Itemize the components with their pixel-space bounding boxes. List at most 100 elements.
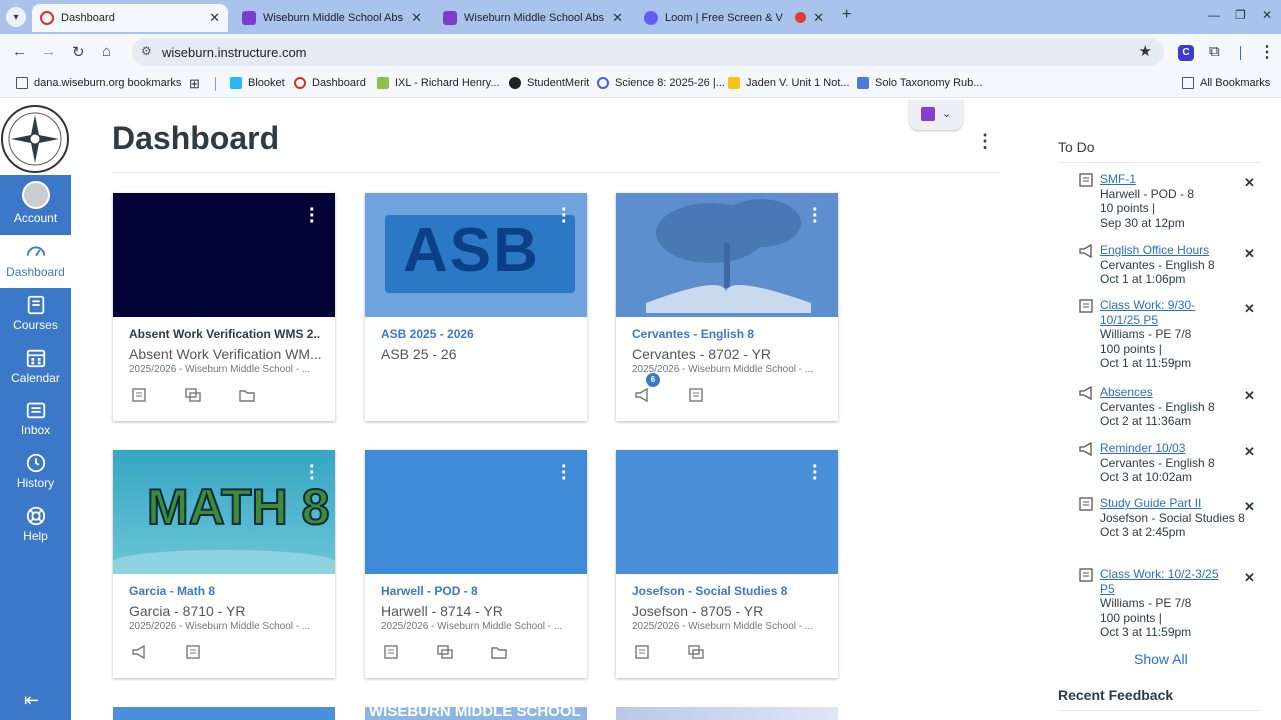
files-folder-icon[interactable]	[239, 387, 255, 403]
dismiss-todo-icon[interactable]: ✕	[1244, 301, 1255, 317]
todo-link[interactable]: Class Work: 9/30-10/1/25 P5	[1100, 298, 1218, 327]
tab-dashboard[interactable]: Dashboard ✕	[32, 4, 228, 32]
bookmark-science-8[interactable]: Science 8: 2025-26 |...	[597, 77, 725, 89]
card-options-icon[interactable]: · · ·	[309, 200, 316, 232]
course-card-harwell-pod[interactable]: · · · Harwell - POD - 8 Harwell - 8714 - Y…	[365, 450, 587, 678]
nav-courses[interactable]: Courses	[0, 288, 71, 341]
files-folder-icon[interactable]	[491, 644, 507, 660]
course-card-asb[interactable]: ASB · · · ASB 2025 - 2026 ASB 25 - 26	[365, 193, 587, 421]
card-hero[interactable]	[616, 450, 838, 574]
card-title[interactable]: Cervantes - English 8	[632, 327, 824, 341]
bookmark-star-icon[interactable]: ★	[1139, 42, 1152, 60]
apps-grid-icon[interactable]: ⊞	[189, 76, 200, 92]
dismiss-todo-icon[interactable]: ✕	[1244, 246, 1255, 262]
nav-account[interactable]: Account	[0, 175, 71, 235]
collapse-nav-icon[interactable]: ⇤	[24, 690, 39, 711]
course-card-partial-2[interactable]: WISEBURN MIDDLE SCHOOL	[365, 707, 587, 720]
todo-link[interactable]: Reminder 10/03	[1100, 441, 1258, 456]
minimize-icon[interactable]: —	[1208, 8, 1220, 22]
bookmark-dashboard[interactable]: Dashboard	[294, 77, 366, 89]
close-tab-icon[interactable]: ✕	[209, 10, 220, 26]
home-icon[interactable]: ⌂	[102, 43, 111, 60]
todo-link[interactable]: Class Work: 10/2-3/25 P5	[1100, 567, 1230, 596]
card-title[interactable]: ASB 2025 - 2026	[381, 327, 573, 341]
tab-title: Dashboard	[61, 12, 115, 24]
bookmark-folder-dana[interactable]: dana.wiseburn.org bookmarks	[16, 77, 181, 89]
todo-link[interactable]: Study Guide Part II	[1100, 496, 1258, 511]
assignments-icon[interactable]	[185, 644, 201, 660]
extension-floating-button[interactable]: ⌄	[909, 100, 963, 130]
tab-search-icon[interactable]: ▾	[6, 7, 26, 27]
tab-loom[interactable]: Loom | Free Screen & Video ✕	[636, 4, 832, 32]
close-tab-icon[interactable]: ✕	[813, 10, 824, 26]
card-options-icon[interactable]: · · ·	[561, 200, 568, 232]
course-card-cervantes-english[interactable]: · · · Cervantes - English 8 Cervantes - 87…	[616, 193, 838, 421]
nav-history[interactable]: History	[0, 446, 71, 499]
close-tab-icon[interactable]: ✕	[411, 10, 422, 26]
dismiss-todo-icon[interactable]: ✕	[1244, 570, 1255, 586]
reload-icon[interactable]: ↻	[72, 43, 85, 61]
course-card-partial-1[interactable]	[113, 707, 335, 720]
card-hero[interactable]	[365, 450, 587, 574]
card-hero[interactable]: MATH 8	[113, 450, 335, 574]
assignments-icon[interactable]	[634, 644, 650, 660]
show-all-link[interactable]: Show All	[1134, 651, 1188, 667]
card-hero[interactable]: ASB	[365, 193, 587, 317]
site-info-icon[interactable]: ⚙	[141, 44, 152, 58]
card-hero[interactable]	[113, 193, 335, 317]
todo-points: 100 points |	[1100, 341, 1162, 356]
card-options-icon[interactable]: · · ·	[309, 457, 316, 489]
browser-menu-icon[interactable]: ⋮	[1259, 42, 1275, 62]
dismiss-todo-icon[interactable]: ✕	[1244, 388, 1255, 404]
school-logo[interactable]	[0, 103, 71, 175]
back-icon[interactable]: ←	[12, 43, 27, 60]
restore-icon[interactable]: ❐	[1235, 8, 1246, 22]
extensions-puzzle-icon[interactable]: ⧉	[1209, 43, 1220, 60]
forward-icon[interactable]: →	[41, 43, 56, 60]
card-options-icon[interactable]: · · ·	[812, 200, 819, 232]
card-title[interactable]: Josefson - Social Studies 8	[632, 584, 824, 598]
course-card-josefson-social-studies[interactable]: · · · Josefson - Social Studies 8 Josefson…	[616, 450, 838, 678]
card-title[interactable]: Garcia - Math 8	[129, 584, 321, 598]
card-title[interactable]: Harwell - POD - 8	[381, 584, 573, 598]
nav-dashboard[interactable]: Dashboard	[0, 235, 71, 288]
nav-calendar[interactable]: Calendar	[0, 341, 71, 394]
dismiss-todo-icon[interactable]: ✕	[1244, 499, 1255, 515]
assignments-icon[interactable]	[383, 644, 399, 660]
nav-label: Dashboard	[6, 265, 65, 279]
announcements-icon[interactable]	[131, 644, 147, 660]
todo-link[interactable]: English Office Hours	[1100, 243, 1258, 258]
card-options-icon[interactable]: · · ·	[561, 457, 568, 489]
close-window-icon[interactable]: ✕	[1262, 8, 1272, 22]
nav-help[interactable]: Help	[0, 499, 71, 552]
assignments-icon[interactable]	[131, 387, 147, 403]
discussions-icon[interactable]	[185, 387, 201, 403]
extension-c-icon[interactable]: C	[1178, 45, 1194, 61]
tab-absence-form-2[interactable]: Wiseburn Middle School Absen ✕	[435, 4, 631, 32]
dismiss-todo-icon[interactable]: ✕	[1244, 175, 1255, 191]
close-tab-icon[interactable]: ✕	[612, 10, 623, 26]
course-card-garcia-math[interactable]: MATH 8 · · · Garcia - Math 8 Garcia - 8710…	[113, 450, 335, 678]
new-tab-button[interactable]: +	[842, 6, 851, 24]
nav-inbox[interactable]: Inbox	[0, 393, 71, 446]
todo-link[interactable]: Absences	[1100, 385, 1258, 400]
card-title[interactable]: Absent Work Verification WMS 2...	[129, 327, 321, 341]
bookmark-ixl[interactable]: IXL - Richard Henry...	[377, 77, 500, 89]
todo-link[interactable]: SMF-1	[1100, 172, 1258, 187]
card-hero[interactable]	[616, 193, 838, 317]
tab-absence-form-1[interactable]: Wiseburn Middle School Absen ✕	[234, 4, 430, 32]
discussions-icon[interactable]	[688, 644, 704, 660]
discussions-icon[interactable]	[437, 644, 453, 660]
course-card-absent-work[interactable]: · · · Absent Work Verification WMS 2... Ab…	[113, 193, 335, 421]
bookmark-blooket[interactable]: Blooket	[230, 77, 285, 89]
bookmark-solo-taxonomy[interactable]: Solo Taxonomy Rub...	[857, 77, 982, 89]
bookmark-jaden-notes[interactable]: Jaden V. Unit 1 Not...	[728, 77, 850, 89]
announcements-button[interactable]: 6	[634, 373, 660, 403]
all-bookmarks[interactable]: All Bookmarks	[1182, 77, 1270, 89]
course-card-partial-3[interactable]	[616, 707, 838, 720]
dismiss-todo-icon[interactable]: ✕	[1244, 444, 1255, 460]
dashboard-options-icon[interactable]: ⋮	[976, 131, 994, 152]
bookmark-studentmerit[interactable]: StudentMerit	[509, 77, 589, 89]
assignments-icon[interactable]	[688, 387, 704, 403]
card-options-icon[interactable]: · · ·	[812, 457, 819, 489]
